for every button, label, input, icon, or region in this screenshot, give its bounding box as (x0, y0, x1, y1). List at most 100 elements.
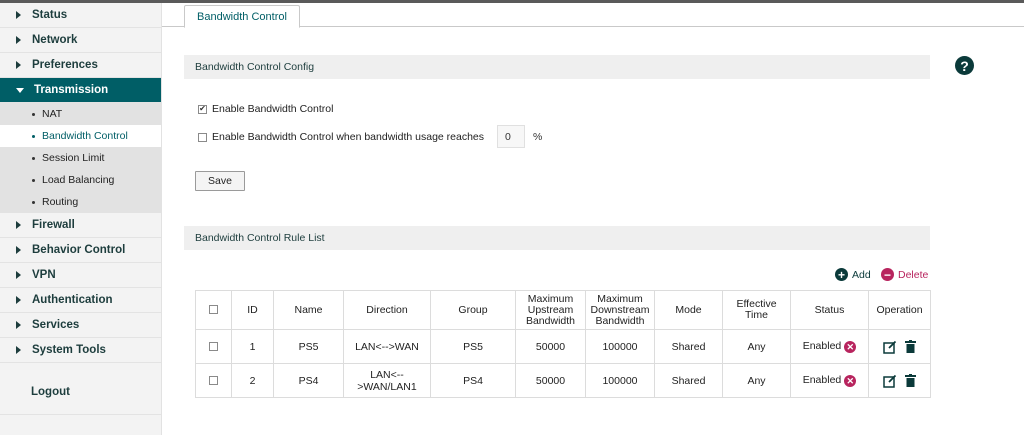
column-header: Maximum Upstream Bandwidth (515, 290, 586, 330)
sidebar-item-label: Status (32, 9, 68, 21)
cell-downstream: 100000 (585, 363, 655, 398)
cell-direction: LAN<-->WAN (343, 329, 431, 364)
edit-icon[interactable] (882, 340, 897, 354)
column-header: Maximum Downstream Bandwidth (585, 290, 655, 330)
rule-table: ID Name Direction Group Maximum Upstream… (195, 290, 931, 398)
sidebar-item-system-tools[interactable]: System Tools (0, 338, 161, 363)
help-icon[interactable]: ? (955, 56, 974, 75)
column-header: Mode (654, 290, 723, 330)
sidebar-item-preferences[interactable]: Preferences (0, 53, 161, 78)
trash-icon[interactable] (905, 374, 917, 387)
sidebar-subitem-load-balancing[interactable]: Load Balancing (0, 169, 161, 191)
delete-button[interactable]: − Delete (881, 268, 928, 281)
sidebar-subitem-bandwidth-control[interactable]: Bandwidth Control (0, 125, 161, 147)
column-header: Effective Time (722, 290, 791, 330)
threshold-checkbox[interactable] (198, 132, 207, 142)
column-header: Name (273, 290, 344, 330)
table-header-row: ID Name Direction Group Maximum Upstream… (195, 290, 931, 330)
cell-mode: Shared (654, 363, 723, 398)
sidebar-item-label: Services (32, 319, 80, 331)
row-select-cell (195, 329, 232, 364)
cell-mode: Shared (654, 329, 723, 364)
column-header: Group (430, 290, 516, 330)
plus-icon: + (835, 268, 848, 281)
row-checkbox[interactable] (209, 376, 218, 386)
sidebar-item-transmission[interactable]: Transmission (0, 78, 161, 103)
column-header: ID (231, 290, 274, 330)
sidebar-item-label: Behavior Control (32, 244, 126, 256)
column-header: Direction (343, 290, 431, 330)
enable-bandwidth-control-checkbox[interactable]: ✔ (198, 104, 207, 114)
caret-right-icon (16, 321, 21, 329)
caret-right-icon (16, 271, 21, 279)
status-text: Enabled (802, 340, 842, 353)
table-row: 2 PS4 LAN<-->WAN/LAN1 PS4 50000 100000 S… (195, 363, 931, 398)
disable-icon[interactable]: ✕ (844, 340, 857, 353)
sidebar: Status Network Preferences Transmission … (0, 3, 162, 435)
select-all-checkbox[interactable] (209, 305, 218, 315)
column-header: Status (790, 290, 869, 330)
cell-name: PS5 (273, 329, 344, 364)
disable-icon[interactable]: ✕ (844, 374, 857, 387)
sidebar-subitem-label: Load Balancing (42, 174, 115, 186)
row-checkbox[interactable] (209, 342, 218, 352)
sidebar-subitem-session-limit[interactable]: Session Limit (0, 147, 161, 169)
sidebar-subitem-label: NAT (42, 108, 63, 120)
sidebar-item-label: Network (32, 34, 78, 46)
threshold-label: Enable Bandwidth Control when bandwidth … (212, 131, 485, 143)
cell-operation (868, 329, 931, 364)
add-button[interactable]: + Add (835, 268, 871, 281)
sidebar-item-label: Authentication (32, 294, 113, 306)
caret-right-icon (16, 246, 21, 254)
cell-status: Enabled ✕ (790, 363, 869, 398)
bullet-icon (32, 156, 35, 160)
cell-group: PS4 (430, 363, 516, 398)
cell-upstream: 50000 (515, 329, 586, 364)
sidebar-item-label: Firewall (32, 219, 75, 231)
select-all-cell (195, 290, 232, 330)
sidebar-item-firewall[interactable]: Firewall (0, 213, 161, 238)
trash-icon[interactable] (905, 340, 917, 353)
cell-downstream: 100000 (585, 329, 655, 364)
bullet-icon (32, 134, 35, 138)
cell-upstream: 50000 (515, 363, 586, 398)
sidebar-item-behavior-control[interactable]: Behavior Control (0, 238, 161, 263)
enable-bandwidth-control-label: Enable Bandwidth Control (212, 103, 334, 115)
sidebar-item-label: System Tools (32, 344, 106, 356)
edit-icon[interactable] (882, 374, 897, 388)
tab-bar: Bandwidth Control (162, 3, 1024, 28)
bullet-icon (32, 200, 35, 204)
caret-right-icon (16, 11, 21, 19)
save-button[interactable]: Save (195, 171, 245, 191)
sidebar-item-status[interactable]: Status (0, 3, 161, 28)
sidebar-item-label: Transmission (34, 84, 109, 96)
sidebar-subitem-label: Session Limit (42, 152, 105, 164)
threshold-row: Enable Bandwidth Control when bandwidth … (198, 131, 484, 143)
sidebar-item-services[interactable]: Services (0, 313, 161, 338)
sidebar-item-network[interactable]: Network (0, 28, 161, 53)
logout-link[interactable]: Logout (0, 370, 161, 415)
column-header: Operation (868, 290, 931, 330)
cell-status: Enabled ✕ (790, 329, 869, 364)
bullet-icon (32, 178, 35, 182)
caret-right-icon (16, 36, 21, 44)
enable-bandwidth-control-row: ✔ Enable Bandwidth Control (198, 103, 333, 115)
row-select-cell (195, 363, 232, 398)
cell-effective-time: Any (722, 329, 791, 364)
sidebar-subitem-nat[interactable]: NAT (0, 103, 161, 125)
cell-direction: LAN<-->WAN/LAN1 (343, 363, 431, 398)
sidebar-item-vpn[interactable]: VPN (0, 263, 161, 288)
section-config-header: Bandwidth Control Config (184, 55, 930, 79)
tab-bandwidth-control[interactable]: Bandwidth Control (184, 5, 300, 28)
caret-right-icon (16, 61, 21, 69)
sidebar-item-label: Preferences (32, 59, 98, 71)
sidebar-subitem-routing[interactable]: Routing (0, 191, 161, 213)
threshold-input[interactable]: 0 (497, 125, 525, 148)
cell-name: PS4 (273, 363, 344, 398)
cell-id: 2 (231, 363, 274, 398)
cell-group: PS5 (430, 329, 516, 364)
section-rule-list-header: Bandwidth Control Rule List (184, 226, 930, 250)
cell-id: 1 (231, 329, 274, 364)
delete-label: Delete (898, 268, 929, 281)
sidebar-item-authentication[interactable]: Authentication (0, 288, 161, 313)
